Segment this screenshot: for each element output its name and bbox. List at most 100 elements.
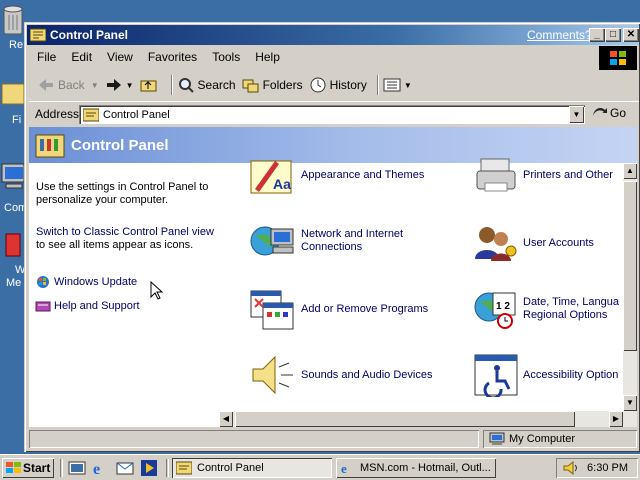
desktop-label-media-2: Me [6,277,22,289]
back-dropdown-icon: ▼ [90,80,99,90]
control-panel-large-icon [35,134,65,158]
category-add-remove[interactable]: Add or Remove Programs [249,287,428,331]
forward-dropdown-icon: ▼ [125,80,134,90]
help-support-label: Help and Support [54,299,140,312]
control-panel-address-icon [83,108,99,121]
outlook-express-icon[interactable] [116,459,134,477]
folder-desktop-icon[interactable] [0,76,25,110]
category-accessibility-label: Accessibility Option [523,368,619,381]
show-desktop-icon[interactable] [68,459,86,477]
maximize-button[interactable]: □ [605,28,621,42]
scroll-right-button[interactable]: ▶ [609,411,623,427]
windows-logo-icon [599,46,637,70]
svg-text:e: e [93,461,100,477]
close-button[interactable]: ✕ [623,28,639,42]
category-network[interactable]: Network and Internet Connections [249,219,421,263]
views-button[interactable]: ▼ [383,77,412,93]
windows-update-icon [37,276,49,288]
menu-edit[interactable]: Edit [63,50,99,64]
vertical-scrollbar[interactable]: ▲ ▼ [623,163,637,427]
banner-title: Control Panel [71,137,169,154]
toolbar-separator-2 [376,75,379,95]
media-player-icon[interactable] [140,459,158,477]
task-msn-label: MSN.com - Hotmail, Outl... [360,462,491,474]
folders-icon [242,79,259,93]
go-label: Go [610,106,627,120]
forward-button[interactable]: ▼ [105,77,134,93]
status-main-cell [29,430,479,448]
volume-icon[interactable] [562,460,578,476]
help-support-link[interactable]: Help and Support [35,299,140,313]
scroll-left-button[interactable]: ◀ [219,411,233,427]
category-user-accounts[interactable]: User Accounts [473,223,594,263]
start-button[interactable]: Start [2,458,54,478]
search-button[interactable]: Search [177,77,236,93]
clock[interactable]: 6:30 PM [587,462,628,474]
category-date-time[interactable]: 1 2 Date, Time, Langua Regional Options [473,287,633,331]
status-zone-label: My Computer [509,433,576,445]
category-user-accounts-label: User Accounts [523,236,594,249]
menu-view[interactable]: View [99,50,140,64]
task-control-panel[interactable]: Control Panel [172,458,332,478]
appearance-icon: Aa [250,160,292,194]
scroll-up-button[interactable]: ▲ [623,163,637,179]
title-bar[interactable]: Control Panel Comments? _ □ ✕ [27,25,639,45]
comments-link[interactable]: Comments? [527,28,592,42]
windows-update-link[interactable]: Windows Update [35,275,137,289]
category-appearance[interactable]: Aa Appearance and Themes [249,155,424,195]
category-appearance-label: Appearance and Themes [301,168,425,181]
folders-label: Folders [262,78,303,92]
control-panel-small-icon [30,28,46,42]
category-accessibility[interactable]: Accessibility Option [473,353,618,397]
computer-desktop-icon[interactable] [0,150,25,196]
svg-text:e: e [341,461,347,475]
control-panel-task-icon [176,461,192,475]
windows-update-label: Windows Update [54,275,138,288]
task-msn[interactable]: e MSN.com - Hotmail, Outl... [336,458,496,478]
switch-classic-link[interactable]: Switch to Classic Control Panel view [36,226,221,239]
menu-bar: File Edit View Favorites Tools Help [29,47,599,67]
address-dropdown-button[interactable]: ▼ [569,106,584,123]
taskbar-separator [60,459,63,477]
accessibility-icon [474,354,518,397]
internet-explorer-icon[interactable]: e [92,459,110,477]
standard-toolbar: Back ▼ ▼ Search Folders History ▼ [29,72,639,98]
category-sounds[interactable]: Sounds and Audio Devices [249,353,432,397]
horizontal-scrollbar[interactable]: ◀ ▶ [219,411,623,427]
minimize-button[interactable]: _ [589,28,605,42]
menu-favorites[interactable]: Favorites [140,50,204,64]
forward-arrow-icon [106,79,121,91]
go-arrow-icon [593,108,607,116]
address-value: Control Panel [103,108,170,121]
category-pane: Aa Appearance and Themes Printers and Ot… [219,158,619,411]
history-button[interactable]: History [309,77,367,93]
address-input[interactable]: Control Panel ▼ [79,105,585,124]
windows-flag-icon [6,462,21,473]
category-sounds-label: Sounds and Audio Devices [301,368,433,381]
go-button[interactable]: Go [591,106,626,120]
recycle-bin-icon[interactable] [0,2,24,38]
folders-button[interactable]: Folders [242,77,303,93]
scroll-thumb-horizontal[interactable] [235,411,575,427]
menu-tools[interactable]: Tools [204,50,247,64]
start-label: Start [23,461,51,475]
scroll-thumb-vertical[interactable] [623,181,637,351]
up-folder-icon [140,80,157,92]
user-accounts-icon [475,227,517,261]
scroll-down-button[interactable]: ▼ [623,395,637,411]
menu-file[interactable]: File [29,50,63,64]
network-icon [250,226,294,256]
up-folder-button[interactable] [140,77,161,93]
address-label: Address [35,107,80,121]
category-add-remove-label: Add or Remove Programs [301,302,429,315]
toolbar-separator [170,75,173,95]
menu-help[interactable]: Help [247,50,287,64]
system-tray: 6:30 PM [556,458,638,478]
back-arrow-icon [39,79,53,91]
search-label: Search [197,78,236,92]
back-button[interactable]: Back ▼ [37,77,99,93]
window-title: Control Panel [50,28,129,42]
category-printers[interactable]: Printers and Other [473,155,613,195]
task-control-panel-label: Control Panel [197,462,264,474]
media-desktop-icon[interactable] [0,230,24,260]
